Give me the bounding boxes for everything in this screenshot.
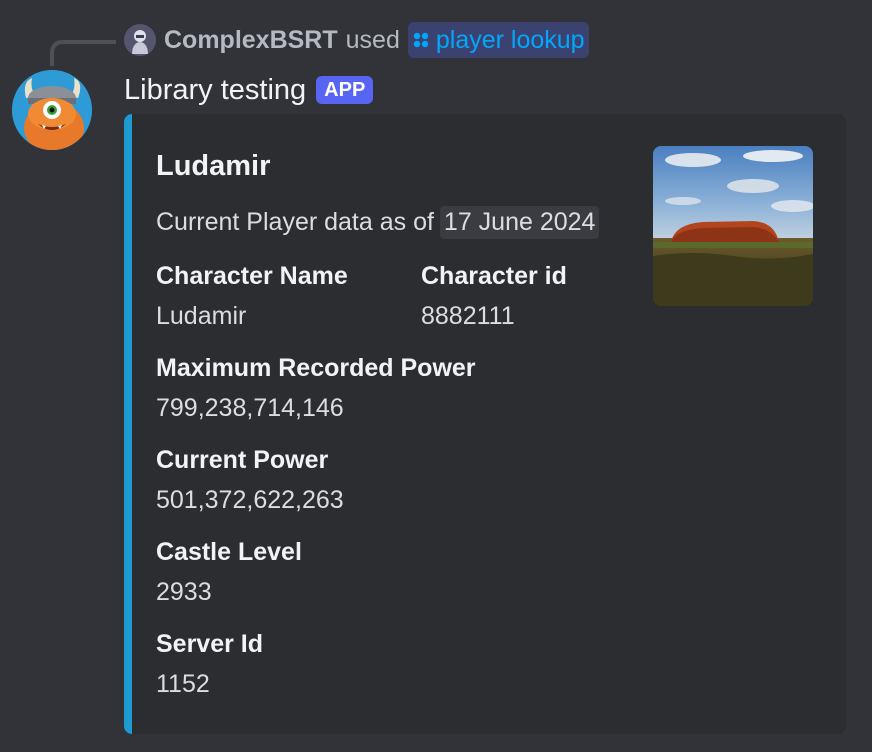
- message-header: Library testing APP: [124, 70, 374, 110]
- timestamp-chip[interactable]: 17 June 2024: [439, 206, 600, 239]
- author-name[interactable]: Library testing: [124, 74, 306, 107]
- field-value-current-power: 501,372,622,263: [156, 486, 344, 514]
- bot-avatar[interactable]: [12, 70, 92, 150]
- field-value-server-id: 1152: [156, 670, 210, 698]
- command-mention[interactable]: player lookup: [407, 22, 589, 58]
- discord-message: ComplexBSRT used player lookup Library t…: [0, 0, 872, 752]
- interaction-header: ComplexBSRT used player lookup: [124, 22, 589, 58]
- description-text: Current Player data as of: [156, 208, 434, 236]
- reply-connector: [50, 40, 116, 66]
- interaction-username[interactable]: ComplexBSRT: [164, 26, 338, 55]
- field-value-castle-level: 2933: [156, 578, 212, 606]
- embed-description: Current Player data as of 17 June 2024: [156, 206, 600, 239]
- app-badge: APP: [316, 76, 374, 104]
- command-name: player lookup: [435, 25, 585, 54]
- slash-command-icon: [412, 31, 430, 49]
- user-mini-avatar[interactable]: [124, 24, 156, 56]
- embed-thumbnail[interactable]: [653, 146, 813, 306]
- embed-title: Ludamir: [156, 150, 271, 182]
- field-name-character-id: Character id: [421, 262, 567, 290]
- field-name-max-power: Maximum Recorded Power: [156, 354, 476, 382]
- field-name-server-id: Server Id: [156, 630, 264, 658]
- field-name-current-power: Current Power: [156, 446, 329, 474]
- interaction-used-text: used: [345, 25, 400, 54]
- field-value-character-name: Ludamir: [156, 302, 247, 330]
- embed: Ludamir Current Player data as of 17 Jun…: [124, 114, 846, 734]
- embed-accent-bar: [124, 114, 132, 734]
- field-name-castle-level: Castle Level: [156, 538, 302, 566]
- field-value-character-id: 8882111: [421, 302, 515, 330]
- field-value-max-power: 799,238,714,146: [156, 394, 344, 422]
- field-name-character-name: Character Name: [156, 262, 348, 290]
